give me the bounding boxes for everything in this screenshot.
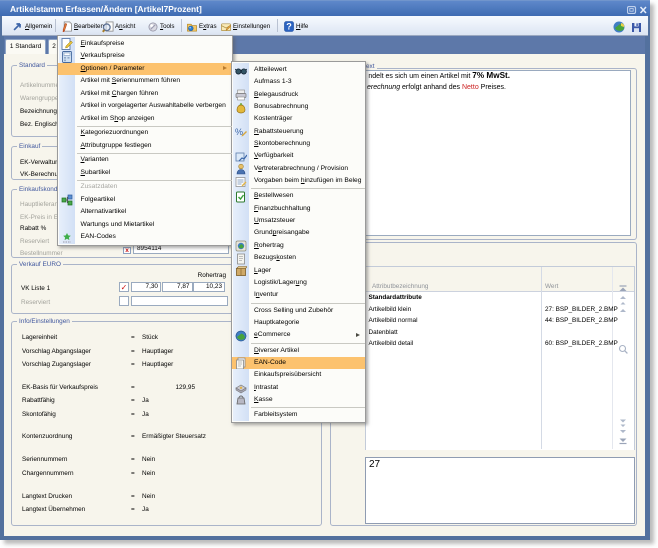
svg-text:?: ? bbox=[286, 22, 292, 32]
svg-text:%: % bbox=[235, 127, 243, 137]
